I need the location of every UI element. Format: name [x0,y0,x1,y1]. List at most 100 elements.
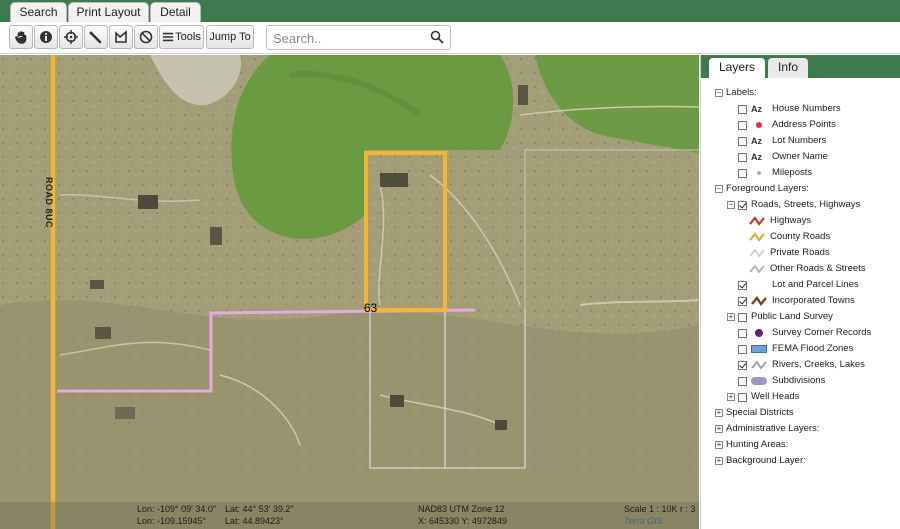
locate-button[interactable] [59,25,83,49]
pan-button[interactable] [9,25,33,49]
measure-line-button[interactable] [84,25,108,49]
river-line-icon [751,360,767,370]
checkbox[interactable] [738,312,747,322]
roads-group[interactable]: − Roads, Streets, Highways [727,197,860,213]
tab-detail[interactable]: Detail [150,2,201,22]
aerial-imagery [0,55,699,529]
lat-dms: Lat: 44° 53' 39.2" [225,504,294,514]
checkbox[interactable] [738,328,747,338]
text-label-icon: Az [751,152,762,162]
private-road-line-icon [749,248,765,258]
highway-line-icon [749,216,765,226]
map-view[interactable]: ROAD 8UC 63 Lon: -109° 09' 34.0" Lat: 44… [0,55,699,529]
checkbox[interactable] [738,392,747,402]
projection-label: NAD83 UTM Zone 12 [418,504,505,514]
labels-group[interactable]: − Labels: [715,85,757,101]
app-window: Search Print Layout Detail Tools Jump To [0,0,900,529]
group-administrative-layers[interactable]: + Administrative Layers: [715,421,819,437]
measure-area-button[interactable] [109,25,133,49]
checkbox[interactable] [738,344,747,354]
map-toolbar: Tools Jump To [0,22,900,54]
flood-zone-swatch-icon [751,344,767,354]
layer-label: Well Heads [751,391,800,402]
search-input[interactable] [273,29,423,47]
collapse-icon[interactable]: − [715,89,723,97]
town-line-icon [751,295,767,307]
checkbox[interactable] [738,104,747,114]
layer-label: Public Land Survey [751,311,833,322]
jump-to-button[interactable]: Jump To [206,25,254,49]
layer-private-roads[interactable]: Private Roads [749,245,830,261]
top-tab-bar: Search Print Layout Detail [0,0,900,22]
layer-label: Private Roads [770,247,830,258]
layer-label: Incorporated Towns [772,295,855,306]
layer-house-numbers[interactable]: Az House Numbers [738,101,841,117]
layer-lot-parcel-lines[interactable]: Lot and Parcel Lines [738,277,859,293]
layer-incorporated-towns[interactable]: Incorporated Towns [738,293,855,309]
scale-label: Scale 1 : 10K r : 3 [624,504,696,514]
group-label: Special Districts [726,407,794,418]
expand-icon[interactable]: + [715,441,723,449]
info-icon [40,31,52,43]
checkbox[interactable] [738,200,747,210]
tab-search[interactable]: Search [10,2,67,22]
layer-label: Survey Corner Records [772,327,872,338]
roads-group-label: Roads, Streets, Highways [751,199,861,210]
lat-decimal: Lat: 44.89423° [225,516,284,526]
checkbox[interactable] [738,168,747,178]
tab-layers[interactable]: Layers [709,58,765,78]
layer-subdivisions[interactable]: Subdivisions [738,373,825,389]
clear-button[interactable] [134,25,158,49]
layer-label: Owner Name [772,151,828,162]
group-hunting-areas[interactable]: + Hunting Areas: [715,437,788,453]
layer-well-heads[interactable]: + Well Heads [727,389,799,405]
expand-icon[interactable]: + [715,409,723,417]
group-special-districts[interactable]: + Special Districts [715,405,794,421]
checkbox[interactable] [738,120,747,130]
layer-county-roads[interactable]: County Roads [749,229,830,245]
collapse-icon[interactable]: − [715,185,723,193]
search-icon[interactable] [430,30,444,44]
checkbox[interactable] [738,296,747,306]
expand-icon[interactable]: + [727,313,735,321]
checkbox[interactable] [738,360,747,370]
layer-fema-flood-zones[interactable]: FEMA Flood Zones [738,341,853,357]
layer-label: Subdivisions [772,375,826,386]
layer-address-points[interactable]: Address Points [738,117,836,133]
text-label-icon: Az [751,104,762,114]
collapse-icon[interactable]: − [727,201,735,209]
layer-label: Other Roads & Streets [770,263,866,274]
county-road-line-icon [749,232,765,242]
foreground-group-label: Foreground Layers: [726,183,809,194]
expand-icon[interactable]: + [715,457,723,465]
layer-rivers[interactable]: Rivers, Creeks, Lakes [738,357,865,373]
tools-button[interactable]: Tools [159,25,204,49]
gray-dot-icon [751,168,767,178]
hand-icon [15,31,27,44]
layer-highways[interactable]: Highways [749,213,811,229]
checkbox[interactable] [738,152,747,162]
foreground-group[interactable]: − Foreground Layers: [715,181,809,197]
checkbox[interactable] [738,136,747,146]
highway-number-label: 63 [363,301,378,315]
identify-button[interactable] [34,25,58,49]
checkbox[interactable] [738,280,747,290]
layer-lot-numbers[interactable]: Az Lot Numbers [738,133,826,149]
tab-info[interactable]: Info [768,58,808,78]
layer-mileposts[interactable]: Mileposts [738,165,812,181]
map-credit: Terra GIS [624,516,663,526]
expand-icon[interactable]: + [715,425,723,433]
expand-icon[interactable]: + [727,393,735,401]
other-road-line-icon [749,264,765,274]
layer-label: Mileposts [772,167,813,178]
layer-public-land-survey[interactable]: + Public Land Survey [727,309,833,325]
checkbox[interactable] [738,376,747,386]
purple-dot-icon [751,328,767,338]
tab-print-layout[interactable]: Print Layout [68,2,149,22]
layer-owner-name[interactable]: Az Owner Name [738,149,828,165]
group-background-layer[interactable]: + Background Layer: [715,453,806,469]
layer-label: Highways [770,215,812,226]
layer-survey-corners[interactable]: Survey Corner Records [738,325,871,341]
ruler-icon [89,31,102,44]
layer-other-roads[interactable]: Other Roads & Streets [749,261,866,277]
